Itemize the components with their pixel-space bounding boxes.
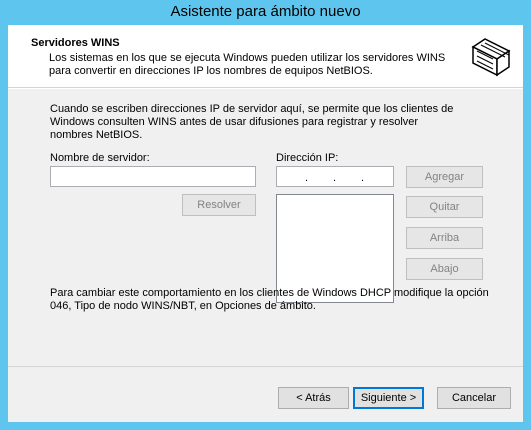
header-title: Servidores WINS	[31, 37, 120, 49]
footer-note: Para cambiar este comportamiento en los …	[50, 287, 489, 312]
intro-text: Cuando se escriben direcciones IP de ser…	[50, 103, 454, 141]
window-title: Asistente para ámbito nuevo	[170, 3, 361, 20]
ip-dot-2: .	[333, 172, 337, 184]
cancel-button[interactable]: Cancelar	[437, 387, 511, 409]
resolve-button[interactable]: Resolver	[182, 194, 256, 216]
ip-dot-1: .	[305, 172, 309, 184]
back-button[interactable]: < Atrás	[278, 387, 349, 409]
folders-icon	[467, 33, 515, 81]
wizard-dialog: Servidores WINS Los sistemas en los que …	[8, 25, 523, 422]
wizard-header: Servidores WINS Los sistemas en los que …	[8, 25, 523, 88]
move-down-button[interactable]: Abajo	[406, 258, 483, 280]
button-area-separator	[8, 366, 523, 367]
ip-address-input[interactable]: . . .	[276, 166, 394, 187]
next-button[interactable]: Siguiente >	[353, 387, 424, 409]
add-button[interactable]: Agregar	[406, 166, 483, 188]
header-separator	[8, 88, 523, 89]
ip-dot-3: .	[361, 172, 365, 184]
header-description: Los sistemas en los que se ejecuta Windo…	[49, 52, 446, 77]
remove-button[interactable]: Quitar	[406, 196, 483, 218]
move-up-button[interactable]: Arriba	[406, 227, 483, 249]
server-name-label: Nombre de servidor:	[50, 152, 150, 164]
server-name-input[interactable]	[50, 166, 256, 187]
ip-address-label: Dirección IP:	[276, 152, 339, 164]
